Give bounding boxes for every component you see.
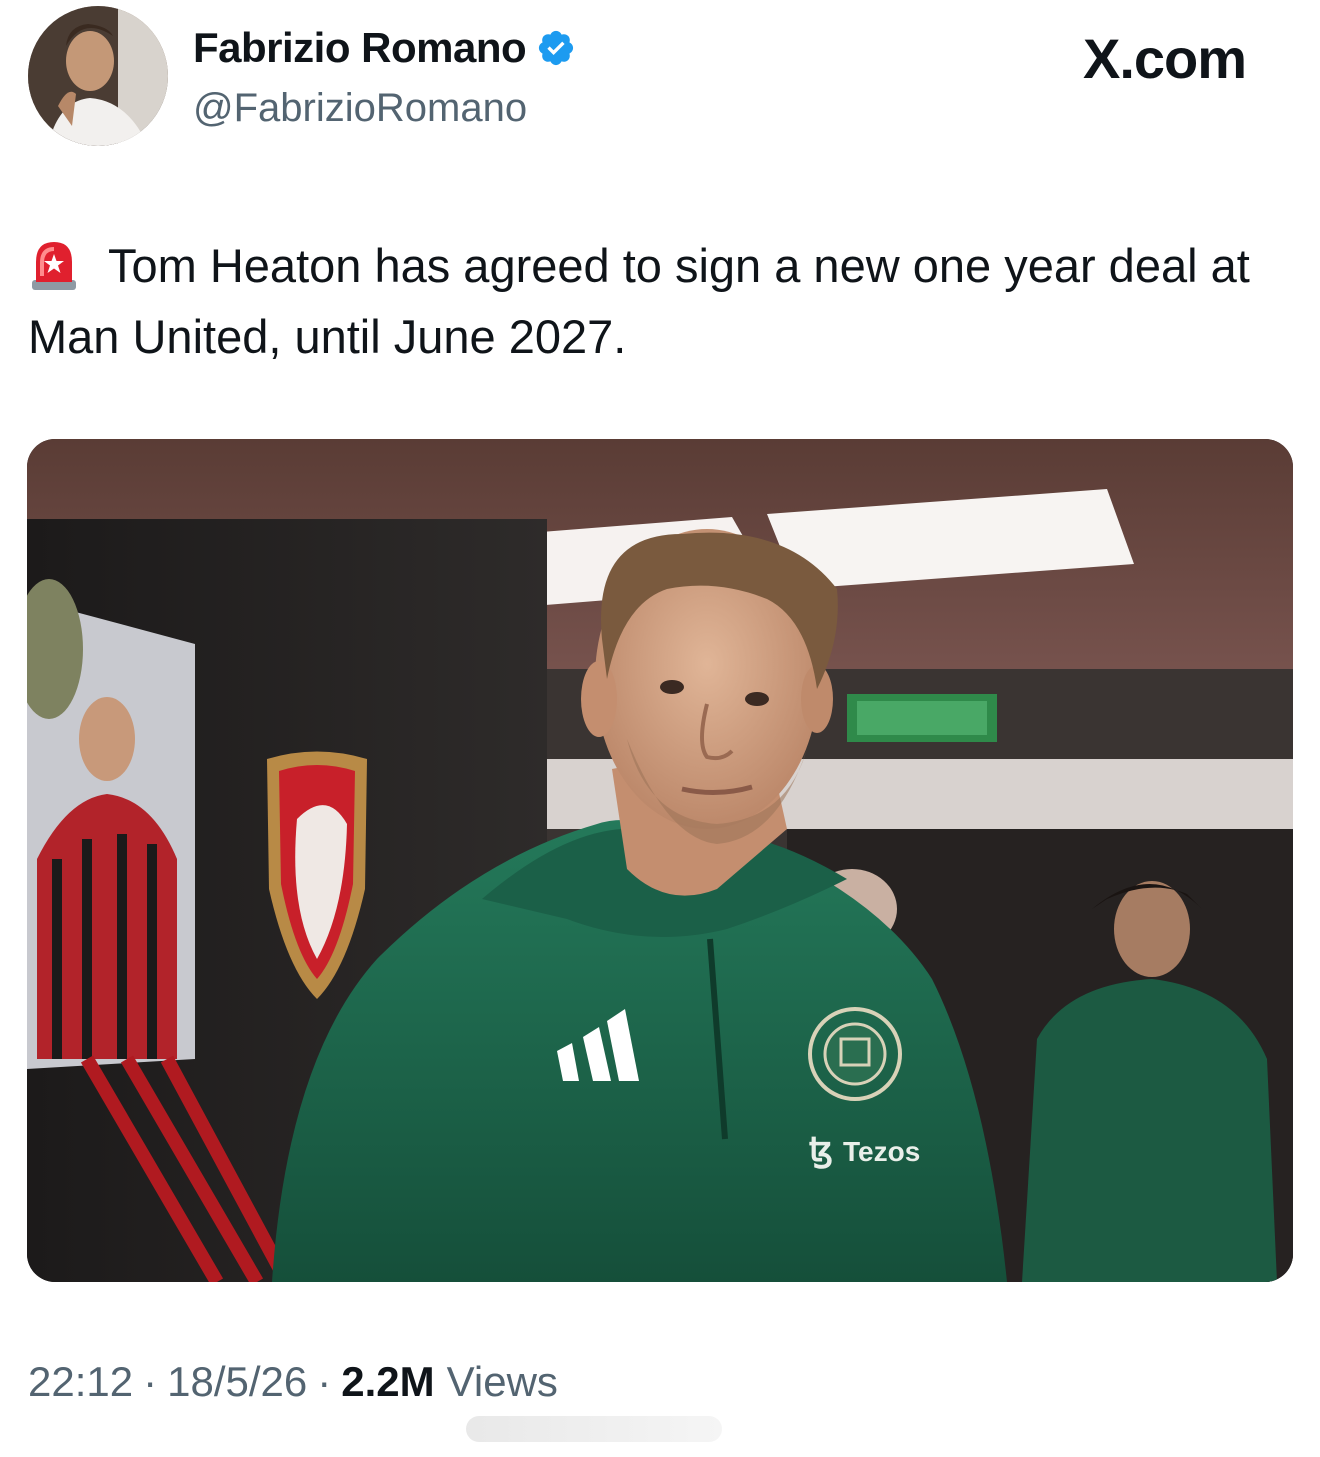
- player-photo: ꜩ Tezos: [27, 439, 1293, 1282]
- tezos-sponsor-text: Tezos: [843, 1136, 920, 1167]
- rotating-light-icon: [32, 242, 76, 290]
- author-display-name[interactable]: Fabrizio Romano: [193, 24, 527, 72]
- author-handle[interactable]: @FabrizioRomano: [193, 86, 527, 131]
- views-count[interactable]: 2.2M: [341, 1358, 434, 1406]
- author-name-row[interactable]: Fabrizio Romano: [193, 24, 576, 72]
- tweet-media-image[interactable]: ꜩ Tezos: [27, 439, 1293, 1282]
- svg-text:ꜩ: ꜩ: [809, 1131, 833, 1169]
- author-avatar[interactable]: [28, 6, 168, 146]
- tweet-time[interactable]: 22:12: [28, 1358, 133, 1406]
- tweet-body: Tom Heaton has agreed to sign a new one …: [28, 239, 1250, 363]
- profile-photo-icon: [28, 6, 168, 146]
- tweet-text: Tom Heaton has agreed to sign a new one …: [28, 230, 1288, 372]
- x-brand-label: X.com: [1083, 27, 1247, 90]
- meta-separator: ·: [143, 1358, 158, 1405]
- home-indicator: [466, 1416, 722, 1442]
- tweet-date[interactable]: 18/5/26: [167, 1358, 307, 1406]
- verified-badge-icon: [539, 30, 574, 66]
- views-label[interactable]: Views: [447, 1358, 558, 1406]
- meta-separator: ·: [317, 1358, 332, 1405]
- tweet-meta: 22:12 · 18/5/26 · 2.2M Views: [28, 1358, 558, 1406]
